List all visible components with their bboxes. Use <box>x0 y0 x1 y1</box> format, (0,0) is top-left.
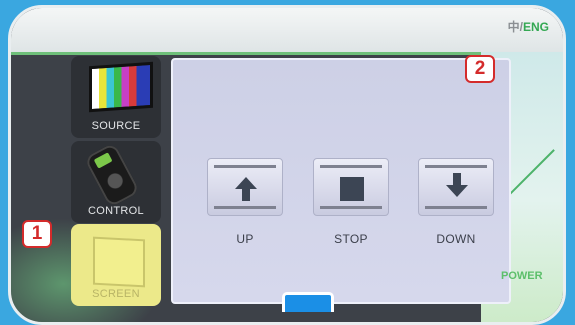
down-label: DOWN <box>436 232 476 246</box>
tv-color-bars-icon <box>89 61 153 113</box>
sidebar-item-label: SOURCE <box>91 120 141 132</box>
down-control: DOWN <box>416 158 496 246</box>
arrow-up-stem <box>242 188 250 201</box>
lang-zh-label[interactable]: 中/ <box>508 20 523 34</box>
screen-control-panel: UP STOP DOWN <box>171 58 511 304</box>
screen-top-bar <box>214 165 276 168</box>
language-toggle[interactable]: 中/ENG <box>508 18 549 35</box>
sidebar-item-source[interactable]: SOURCE <box>71 56 161 138</box>
remote-control-icon <box>83 142 141 208</box>
arrow-down-icon <box>446 185 468 197</box>
lang-en-label[interactable]: ENG <box>523 20 549 34</box>
sidebar-item-label: SCREEN <box>92 288 140 300</box>
screen-bottom-bar <box>320 206 382 209</box>
stop-button[interactable] <box>313 158 389 216</box>
top-bar: 中/ENG <box>11 8 563 55</box>
annotation-badge-2: 2 <box>465 55 495 83</box>
screen-bottom-bar <box>214 206 276 209</box>
stop-label: STOP <box>334 232 368 246</box>
stop-icon <box>340 177 364 201</box>
up-label: UP <box>236 232 254 246</box>
stop-control: STOP <box>311 158 391 246</box>
down-button[interactable] <box>418 158 494 216</box>
projection-screen-icon <box>93 236 145 288</box>
screen-top-bar <box>320 165 382 168</box>
touch-panel-frame: 中/ENG SOURCE CONTROL SCREEN UP STOP DOWN… <box>8 5 566 325</box>
annotation-badge-1: 1 <box>22 220 52 248</box>
power-button[interactable]: POWER <box>501 270 543 282</box>
screen-bottom-bar <box>425 206 487 209</box>
sidebar-item-label: CONTROL <box>88 205 144 217</box>
bottom-home-tab[interactable] <box>282 292 334 312</box>
screen-top-bar <box>425 165 487 168</box>
sidebar-item-screen[interactable]: SCREEN <box>71 224 161 306</box>
sidebar-item-control[interactable]: CONTROL <box>71 141 161 223</box>
up-button[interactable] <box>207 158 283 216</box>
up-control: UP <box>205 158 285 246</box>
